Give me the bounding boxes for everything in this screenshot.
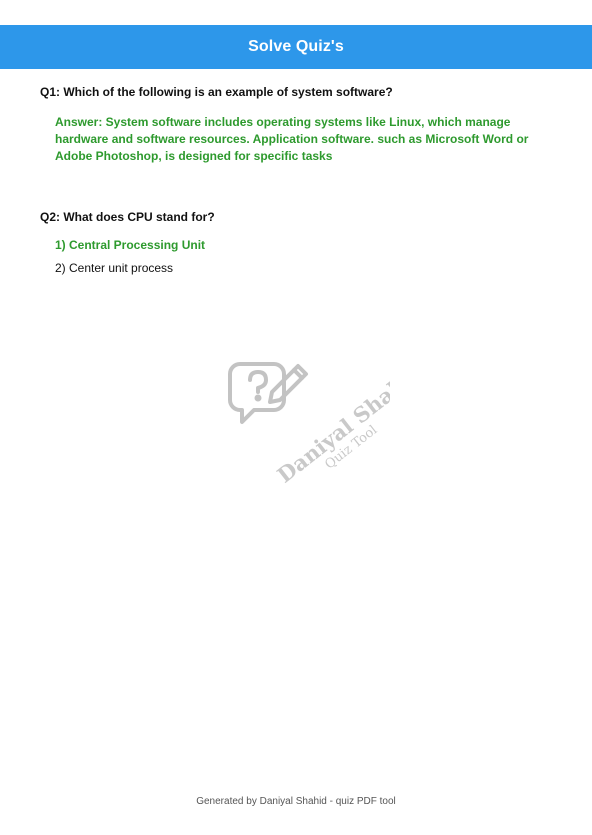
footer: Generated by Daniyal Shahid - quiz PDF t…	[196, 796, 396, 807]
header-bar: Solve Quiz's	[0, 25, 592, 69]
option-1-correct: 1) Central Processing Unit	[55, 238, 206, 252]
answer-1: Answer: System software includes operati…	[55, 115, 529, 163]
watermark: Daniyal Shahid Quiz Tool	[228, 358, 390, 488]
page-title: Solve Quiz's	[248, 38, 344, 55]
question-bubble-pencil-icon	[228, 362, 308, 424]
question-2: Q2: What does CPU stand for?	[40, 210, 215, 224]
option-2: 2) Center unit process	[55, 261, 174, 275]
question-1: Q1: Which of the following is an example…	[40, 85, 393, 99]
